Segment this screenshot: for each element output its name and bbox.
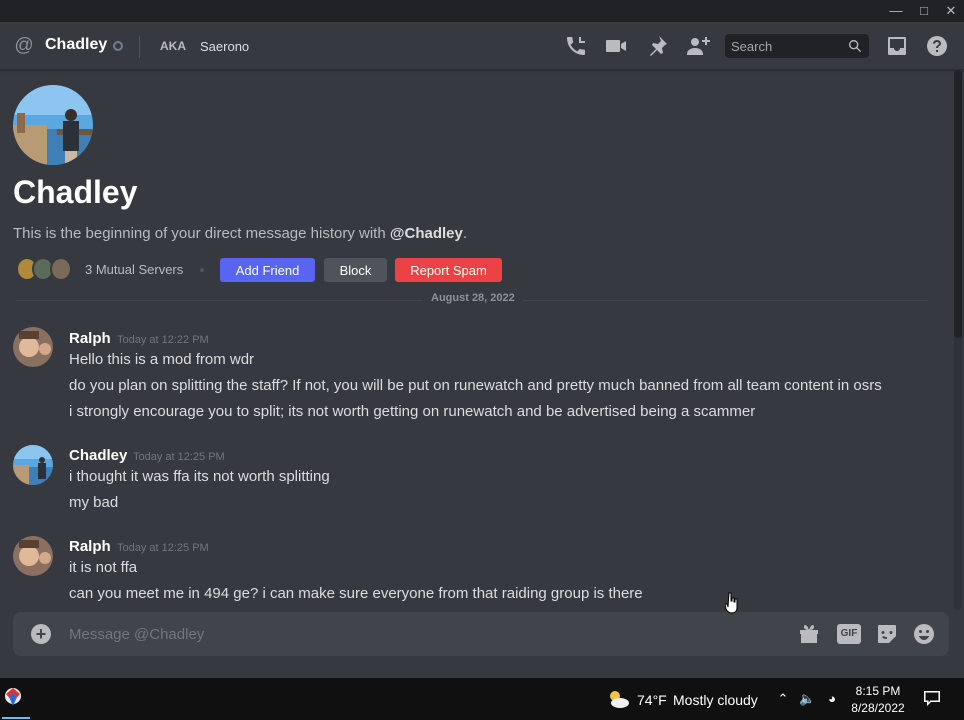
- chevron-up-icon[interactable]: ⌃: [775, 691, 791, 707]
- phone-call-icon[interactable]: [564, 34, 588, 58]
- message-list[interactable]: Chadley This is the beginning of your di…: [0, 70, 964, 610]
- add-friend-button[interactable]: Add Friend: [220, 258, 315, 282]
- sticker-icon[interactable]: [875, 622, 899, 646]
- windows-taskbar: 74°F Mostly cloudy ⌃ 🔈 ◕ 8:15 PM 8/28/20…: [0, 678, 964, 720]
- message-timestamp: Today at 12:25 PM: [133, 451, 225, 463]
- report-spam-button[interactable]: Report Spam: [395, 258, 502, 282]
- mutual-server-icons[interactable]: [16, 257, 78, 281]
- notification-icon[interactable]: [922, 688, 942, 708]
- discord-app: @ Chadley AKA Saerono Search Chadley Thi…: [0, 22, 964, 678]
- message-text: i thought it was ffa its not worth split…: [69, 468, 330, 485]
- profile-avatar[interactable]: [13, 85, 93, 165]
- weather-temperature[interactable]: 74°F: [637, 692, 667, 708]
- avatar[interactable]: [13, 536, 53, 576]
- message-input[interactable]: [69, 624, 769, 644]
- message-text: do you plan on splitting the staff? If n…: [69, 377, 882, 394]
- clock-date[interactable]: 8/28/2022: [846, 701, 910, 715]
- message-text: it is not ffa: [69, 559, 138, 576]
- message-scrollbar[interactable]: [954, 70, 962, 610]
- close-icon[interactable]: ✕: [942, 2, 960, 20]
- clock-time[interactable]: 8:15 PM: [852, 684, 904, 698]
- intro-suffix: .: [462, 225, 468, 242]
- message-composer[interactable]: + GIF: [13, 612, 949, 656]
- pin-icon[interactable]: [645, 34, 669, 58]
- message-timestamp: Today at 12:22 PM: [117, 334, 209, 346]
- add-friend-icon[interactable]: [686, 34, 710, 58]
- minimize-icon[interactable]: —: [887, 2, 905, 20]
- aka-label: AKA: [160, 39, 186, 53]
- mouse-cursor-icon: [724, 592, 739, 614]
- start-icon[interactable]: [0, 684, 26, 714]
- at-icon: @: [14, 35, 34, 56]
- server-icon[interactable]: [50, 257, 72, 281]
- dm-header: @ Chadley AKA Saerono: [0, 22, 964, 70]
- profile-name: Chadley: [13, 174, 138, 210]
- status-offline-icon: [113, 41, 123, 51]
- message-text: i strongly encourage you to split; its n…: [69, 403, 756, 420]
- block-button[interactable]: Block: [324, 258, 387, 282]
- search-box[interactable]: [725, 34, 869, 58]
- video-call-icon[interactable]: [604, 34, 628, 58]
- search-icon[interactable]: [847, 38, 863, 54]
- inbox-icon[interactable]: [885, 34, 909, 58]
- mutual-servers-link[interactable]: 3 Mutual Servers: [85, 262, 183, 277]
- avatar[interactable]: [13, 445, 53, 485]
- header-divider: [139, 36, 140, 58]
- dm-header-name: Chadley: [45, 36, 108, 53]
- window-titlebar: — □ ✕: [0, 0, 964, 22]
- message-text: Hello this is a mod from wdr: [69, 351, 255, 368]
- dm-intro-text: This is the beginning of your direct mes…: [13, 225, 467, 242]
- maximize-icon[interactable]: □: [915, 2, 933, 20]
- message-author[interactable]: Chadley: [69, 447, 127, 464]
- message-author[interactable]: Ralph: [69, 538, 111, 555]
- help-icon[interactable]: [925, 34, 949, 58]
- weather-description[interactable]: Mostly cloudy: [673, 692, 758, 708]
- message-author[interactable]: Ralph: [69, 330, 111, 347]
- separator-dot: [200, 268, 204, 272]
- message-text: can you meet me in 494 ge? i can make su…: [69, 585, 643, 602]
- wifi-icon[interactable]: ◕: [824, 691, 840, 707]
- message-timestamp: Today at 12:25 PM: [117, 542, 209, 554]
- intro-handle: @Chadley: [389, 225, 463, 242]
- intro-prefix: This is the beginning of your direct mes…: [13, 225, 390, 242]
- emoji-icon[interactable]: [912, 622, 936, 646]
- gift-icon[interactable]: [797, 622, 821, 646]
- add-attachment-icon[interactable]: +: [31, 624, 51, 644]
- avatar[interactable]: [13, 327, 53, 367]
- message-text: my bad: [69, 494, 119, 511]
- active-app-indicator: [2, 717, 30, 719]
- scrollbar-thumb[interactable]: [954, 70, 962, 338]
- search-input[interactable]: [731, 37, 841, 55]
- weather-cloudy-icon[interactable]: [606, 688, 630, 710]
- volume-icon[interactable]: 🔈: [799, 691, 815, 707]
- aka-name: Saerono: [200, 39, 250, 54]
- date-divider-label: August 28, 2022: [423, 292, 523, 304]
- gif-icon[interactable]: GIF: [837, 624, 861, 644]
